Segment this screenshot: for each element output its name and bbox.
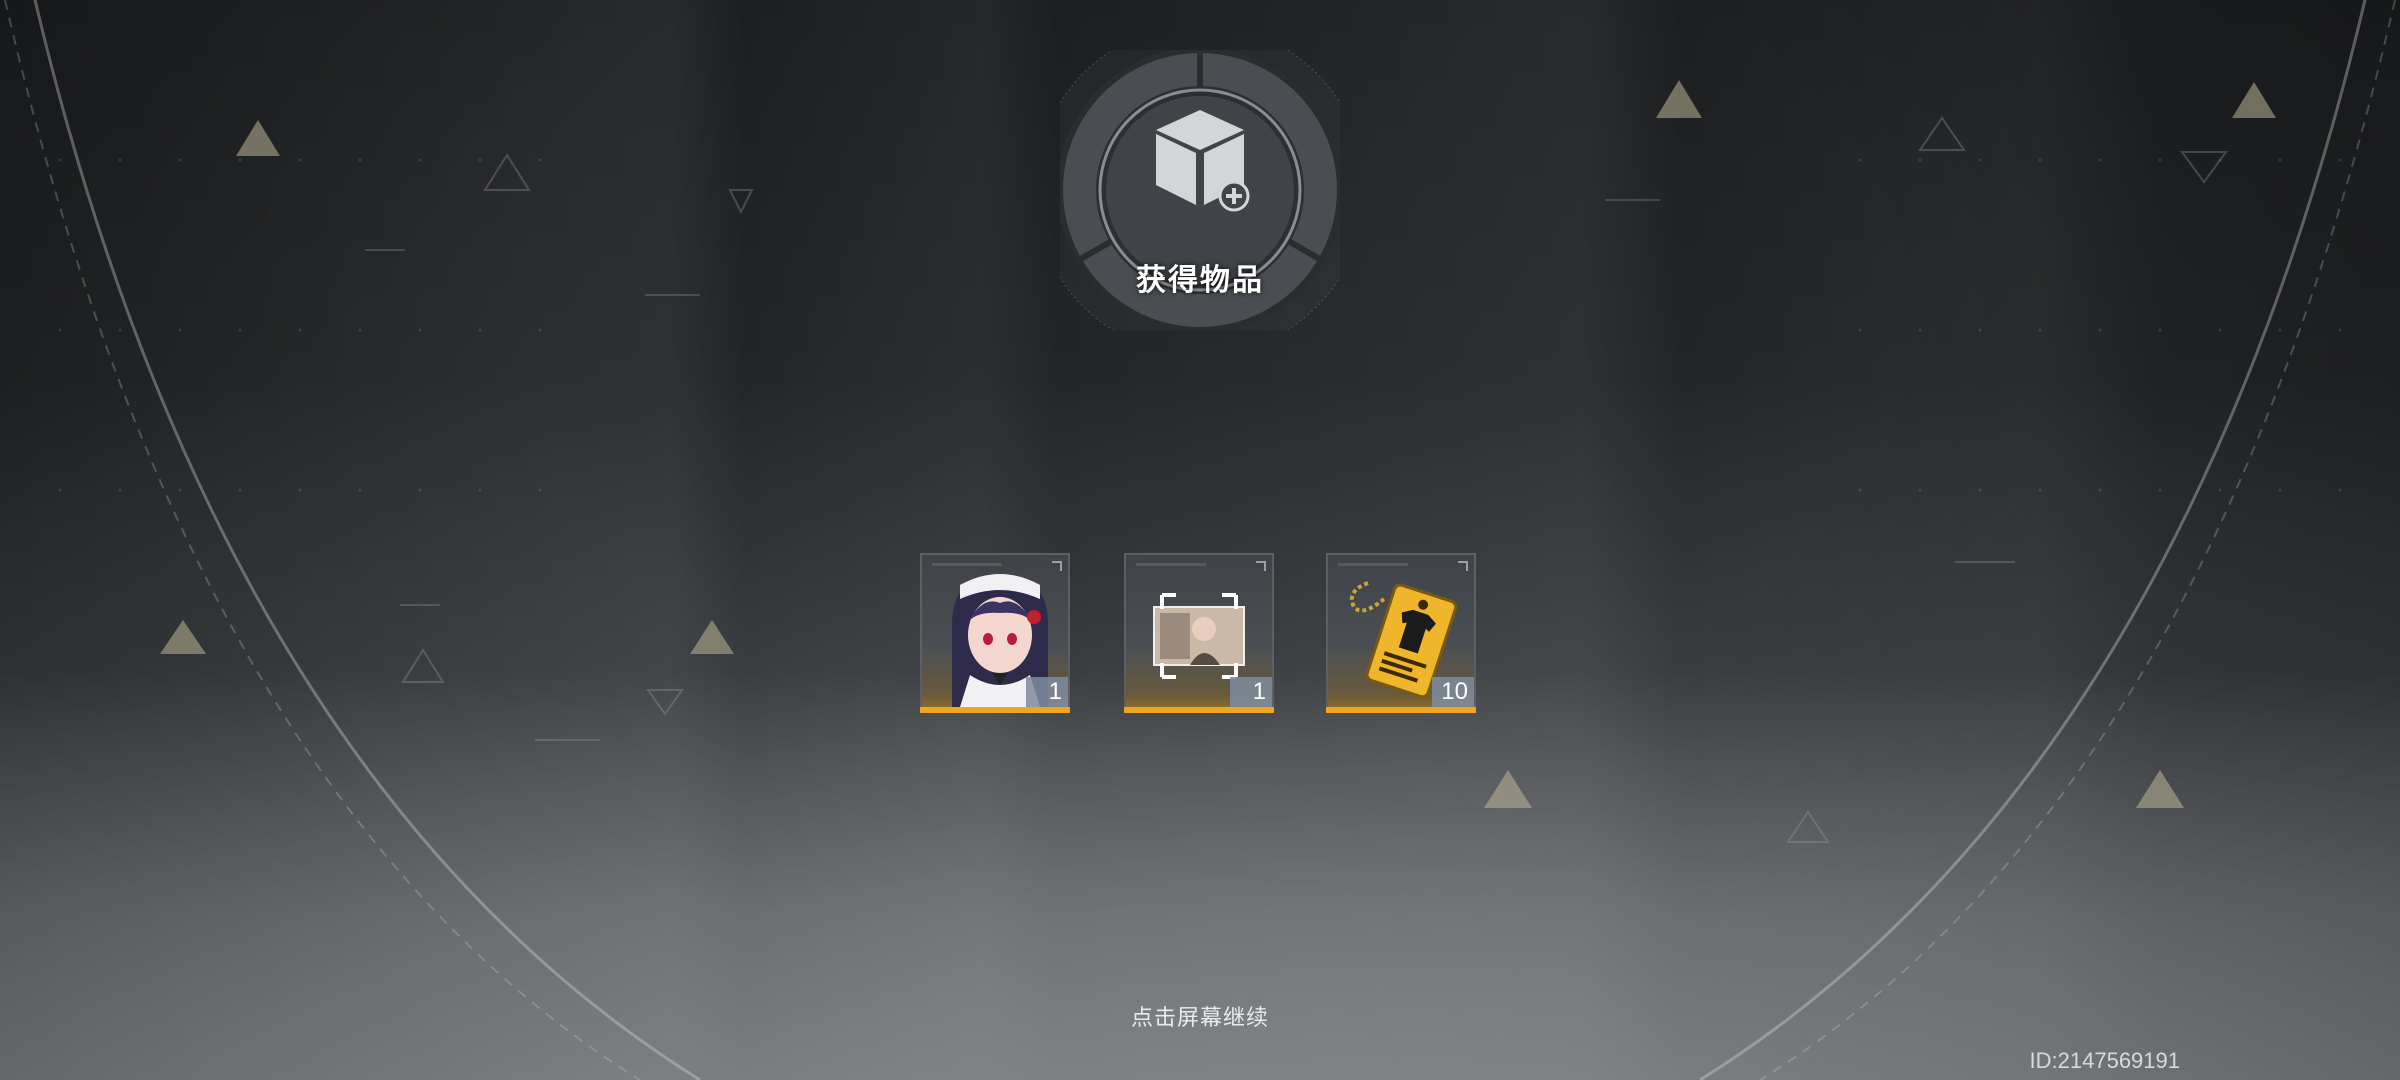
tap-to-continue-hint[interactable]: 点击屏幕继续	[0, 1000, 2400, 1032]
item-quantity: 1	[1026, 677, 1068, 707]
reward-item-card[interactable]: 1	[920, 553, 1070, 713]
item-quantity: 1	[1230, 677, 1272, 707]
reward-item-card[interactable]: 10	[1326, 553, 1476, 713]
rewards-title: 获得物品	[1136, 264, 1264, 297]
rewards-emblem: 获得物品	[1060, 50, 1340, 330]
player-id-label: ID:2147569191	[2029, 1048, 2180, 1073]
reward-item-list: 1 1 10	[920, 553, 1480, 713]
item-quantity: 10	[1432, 677, 1474, 707]
reward-item-card[interactable]: 1	[1124, 553, 1274, 713]
